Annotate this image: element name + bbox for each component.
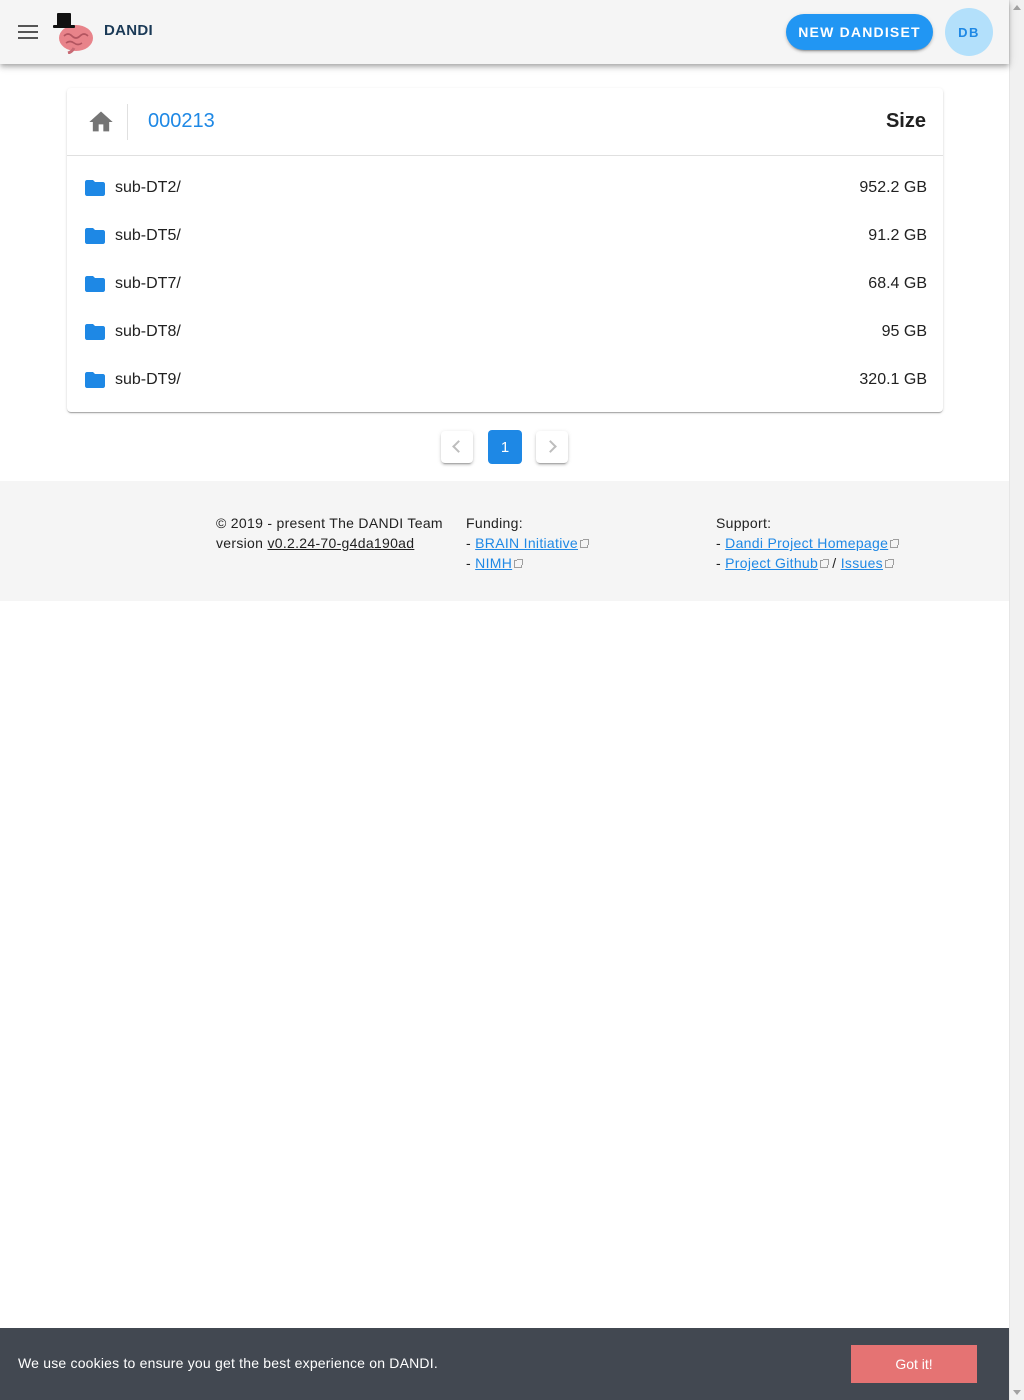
folder-name[interactable]: sub-DT9/: [115, 371, 181, 389]
footer: © 2019 - present The DANDI Team version …: [0, 481, 1009, 601]
list-dash: -: [466, 535, 471, 551]
size-column-header: Size: [885, 110, 926, 132]
version-link[interactable]: v0.2.24-70-g4da190ad: [267, 535, 414, 551]
vertical-scrollbar[interactable]: [1009, 0, 1024, 1400]
dandi-logo-icon[interactable]: [52, 10, 96, 54]
funding-item: - NIMH: [466, 553, 588, 573]
home-icon[interactable]: [87, 108, 115, 136]
folder-icon: [85, 324, 105, 340]
folder-name[interactable]: sub-DT7/: [115, 275, 181, 293]
footer-about: © 2019 - present The DANDI Team version …: [216, 513, 443, 553]
funding-title: Funding:: [466, 515, 523, 531]
dandiset-id-link[interactable]: 000213: [148, 110, 215, 133]
funding-item: - BRAIN Initiative: [466, 533, 590, 553]
scroll-thumb[interactable]: [1012, 16, 1021, 1382]
folder-size: 91.2 GB: [868, 227, 927, 244]
brand-name[interactable]: DANDI: [104, 22, 153, 39]
folder-row[interactable]: sub-DT9/ 320.1 GB: [67, 356, 943, 404]
new-dandiset-button[interactable]: NEW DANDISET: [786, 14, 933, 50]
file-browser-header: 000213 Size: [67, 88, 943, 156]
support-item: - Dandi Project Homepage: [716, 533, 900, 553]
folder-name[interactable]: sub-DT8/: [115, 323, 181, 341]
copyright-text: © 2019 - present The DANDI Team: [216, 515, 443, 531]
version-line: version v0.2.24-70-g4da190ad: [216, 533, 443, 553]
folder-icon: [85, 180, 105, 196]
folder-name[interactable]: sub-DT2/: [115, 179, 181, 197]
folder-icon: [85, 228, 105, 244]
menu-icon[interactable]: [10, 14, 46, 50]
folder-row[interactable]: sub-DT7/ 68.4 GB: [67, 260, 943, 308]
file-browser-card: 000213 Size sub-DT2/ 952.2 GB sub-DT5/ 9…: [67, 88, 943, 412]
app-bar: DANDI NEW DANDISET DB: [0, 0, 1009, 64]
cookie-banner: We use cookies to ensure you get the bes…: [0, 1328, 1009, 1400]
folder-size: 68.4 GB: [868, 275, 927, 292]
folder-icon: [85, 372, 105, 388]
list-dash: -: [466, 555, 471, 571]
page: DANDI NEW DANDISET DB 000213 Size sub-DT…: [0, 0, 1009, 1400]
user-avatar[interactable]: DB: [945, 8, 993, 56]
file-list: sub-DT2/ 952.2 GB sub-DT5/ 91.2 GB sub-D…: [67, 164, 943, 404]
issues-link[interactable]: Issues: [841, 555, 883, 571]
support-title: Support:: [716, 515, 772, 531]
cookie-message: We use cookies to ensure you get the bes…: [18, 1355, 438, 1371]
external-link-icon: [580, 539, 590, 548]
folder-icon: [85, 276, 105, 292]
nimh-link[interactable]: NIMH: [475, 555, 512, 571]
scroll-down-arrow-icon[interactable]: [1013, 1390, 1021, 1395]
footer-support: Support: - Dandi Project Homepage - Proj…: [716, 513, 900, 573]
project-github-link[interactable]: Project Github: [725, 555, 818, 571]
external-link-icon: [890, 539, 900, 548]
brain-initiative-link[interactable]: BRAIN Initiative: [475, 535, 578, 551]
folder-size: 952.2 GB: [859, 179, 927, 196]
folder-row[interactable]: sub-DT5/ 91.2 GB: [67, 212, 943, 260]
version-prefix: version: [216, 535, 264, 551]
folder-row[interactable]: sub-DT8/ 95 GB: [67, 308, 943, 356]
folder-name[interactable]: sub-DT5/: [115, 227, 181, 245]
chevron-left-icon: [452, 440, 465, 453]
external-link-icon: [514, 559, 524, 568]
previous-page-button[interactable]: [441, 431, 473, 463]
footer-funding: Funding: - BRAIN Initiative - NIMH: [466, 513, 590, 573]
external-link-icon: [884, 559, 894, 568]
list-dash: -: [716, 555, 721, 571]
list-dash: -: [716, 535, 721, 551]
support-item: - Project Github / Issues: [716, 553, 898, 573]
folder-size: 95 GB: [881, 323, 927, 340]
cookie-accept-button[interactable]: Got it!: [851, 1345, 977, 1383]
link-separator: /: [832, 555, 837, 571]
dandi-homepage-link[interactable]: Dandi Project Homepage: [725, 535, 888, 551]
scroll-up-arrow-icon[interactable]: [1013, 5, 1021, 10]
chevron-right-icon: [544, 440, 557, 453]
current-page-button[interactable]: 1: [488, 430, 522, 464]
next-page-button[interactable]: [536, 431, 568, 463]
pagination: 1: [440, 430, 570, 464]
folder-row[interactable]: sub-DT2/ 952.2 GB: [67, 164, 943, 212]
header-divider: [127, 104, 128, 140]
external-link-icon: [820, 559, 830, 568]
folder-size: 320.1 GB: [859, 371, 927, 388]
